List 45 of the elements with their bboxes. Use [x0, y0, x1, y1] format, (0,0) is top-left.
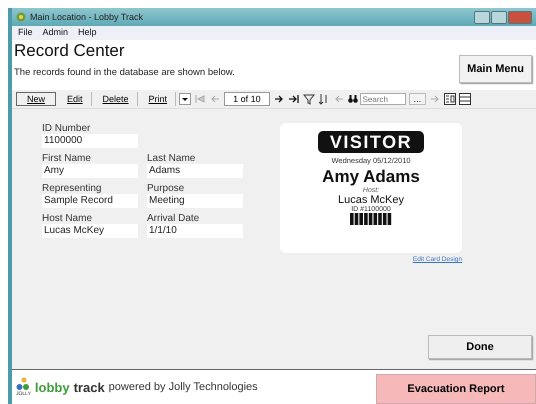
evacuation-report-button[interactable]: Evacuation Report: [376, 374, 536, 404]
page-subtitle: The records found in the database are shown below.: [14, 67, 235, 78]
dropdown-caret-icon[interactable]: [179, 93, 192, 105]
field-value[interactable]: Amy: [42, 164, 138, 178]
field-value[interactable]: Lucas McKey: [42, 224, 138, 238]
field-label: Representing: [42, 183, 102, 194]
more-button[interactable]: ...: [408, 93, 426, 105]
done-button[interactable]: Done: [428, 335, 532, 359]
field-value[interactable]: 1/1/10: [147, 224, 243, 238]
field-label: First Name: [42, 153, 92, 164]
form-view-icon[interactable]: [444, 93, 456, 105]
last-record-icon[interactable]: [288, 93, 300, 105]
badge-header: VISITOR: [318, 131, 424, 153]
field-value[interactable]: 1100000: [42, 134, 138, 148]
logo-icon: [16, 377, 30, 391]
toolbar-button[interactable]: New: [16, 92, 56, 106]
barcode-icon: [350, 213, 392, 225]
field-label: Last Name: [147, 153, 196, 164]
field-label: ID Number: [42, 123, 92, 134]
field-label: Arrival Date: [147, 213, 200, 224]
field-label: Host Name: [42, 213, 94, 224]
badge-name: Amy Adams: [322, 167, 420, 187]
minimize-button[interactable]: [474, 10, 490, 24]
app-icon: [16, 12, 26, 22]
grid-view-icon[interactable]: [459, 93, 472, 105]
field-value[interactable]: Meeting: [147, 194, 243, 208]
field-value[interactable]: Sample Record: [42, 194, 138, 208]
filter-icon[interactable]: [302, 93, 315, 105]
page-title: Record Center: [14, 41, 126, 61]
brand-name: track: [74, 380, 105, 394]
brand-name: lobby: [34, 380, 70, 394]
maximize-button[interactable]: [491, 10, 507, 24]
page-indicator: 1 of 10: [224, 92, 270, 106]
window-title: Main Location - Lobby Track: [30, 12, 144, 22]
field-label: Purpose: [147, 183, 186, 194]
search-field[interactable]: Search: [360, 93, 406, 105]
badge-host: Lucas McKey: [338, 194, 404, 206]
menu-item[interactable]: Admin: [42, 27, 68, 39]
main-menu-button[interactable]: Main Menu: [459, 54, 532, 82]
field-value[interactable]: Adams: [147, 164, 243, 178]
menu-item[interactable]: File: [18, 27, 33, 39]
powered-by-text: powered by Jolly Technologies: [108, 381, 259, 393]
binoculars-icon: [348, 95, 358, 103]
next-record-icon[interactable]: [272, 93, 285, 105]
menu-item[interactable]: Help: [78, 27, 97, 39]
